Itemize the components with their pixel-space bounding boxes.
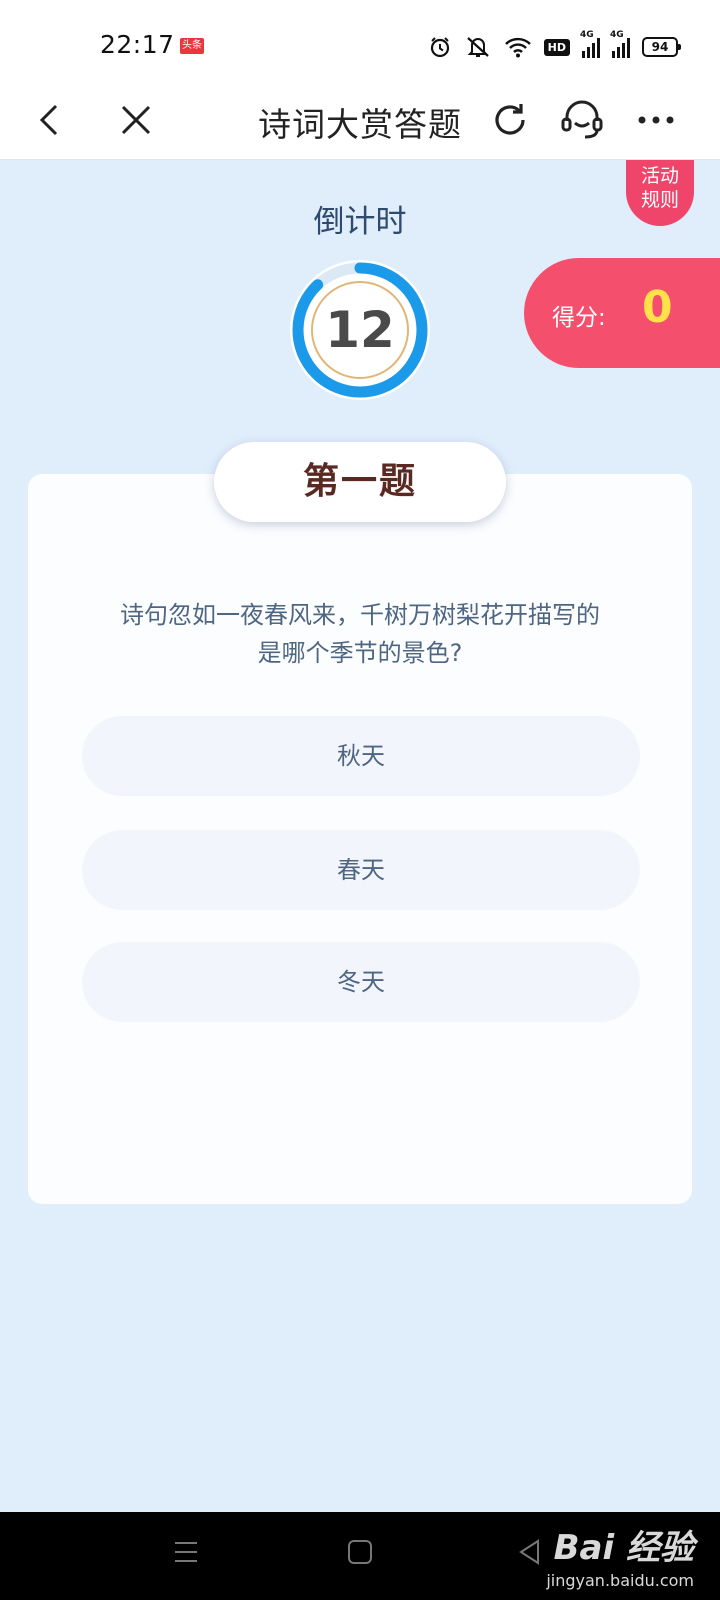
signal-icon: 4G (580, 30, 600, 58)
status-icons: HD 4G 4G 94 (428, 30, 681, 60)
answer-option-2[interactable]: 春天 (82, 830, 640, 910)
news-app-badge: 头条 (180, 38, 204, 54)
network-type-2: 4G (610, 30, 624, 40)
question-number-title: 第一题 (214, 442, 506, 522)
answer-option-1[interactable]: 秋天 (82, 716, 640, 796)
mute-icon (464, 35, 492, 59)
question-line-1: 诗句忽如一夜春风来，千树万树梨花开描写的 (120, 601, 600, 629)
alarm-icon (428, 35, 452, 59)
refresh-icon[interactable] (484, 94, 536, 146)
rules-line-2: 规则 (640, 189, 679, 211)
menu-icon[interactable] (172, 1538, 200, 1570)
watermark-sub: jingyan.baidu.com (546, 1571, 694, 1590)
status-bar: 22:17 头条 HD 4G 4G 94 (0, 0, 720, 82)
customer-service-icon[interactable] (556, 94, 608, 146)
score-badge: 得分: 0 (524, 258, 720, 368)
back-nav-icon[interactable] (516, 1538, 544, 1570)
page-title: 诗词大赏答题 (258, 105, 462, 144)
question-text: 诗句忽如一夜春风来，千树万树梨花开描写的 是哪个季节的景色? (72, 596, 648, 672)
rules-line-1: 活动 (640, 165, 679, 187)
more-icon[interactable] (630, 94, 682, 146)
wifi-icon (504, 36, 532, 58)
signal-icon-2: 4G (610, 30, 630, 58)
nav-bar: 诗词大赏答题 (0, 82, 720, 160)
question-line-2: 是哪个季节的景色? (257, 639, 463, 667)
watermark-main: Bai 经验 (553, 1528, 694, 1568)
baidu-jingyan-watermark: Bai 经验 jingyan.baidu.com (546, 1520, 694, 1590)
score-label: 得分: (552, 305, 606, 331)
status-time: 22:17 (100, 30, 175, 59)
network-type-1: 4G (580, 30, 594, 40)
score-value: 0 (642, 282, 673, 333)
countdown-label: 倒计时 (313, 204, 407, 240)
activity-rules-button[interactable]: 活动 规则 (626, 160, 694, 226)
countdown-value: 12 (325, 301, 395, 359)
battery-icon: 94 (642, 37, 681, 57)
answer-option-3[interactable]: 冬天 (82, 942, 640, 1022)
hd-voice-icon: HD (543, 38, 570, 56)
home-icon[interactable] (346, 1538, 374, 1570)
